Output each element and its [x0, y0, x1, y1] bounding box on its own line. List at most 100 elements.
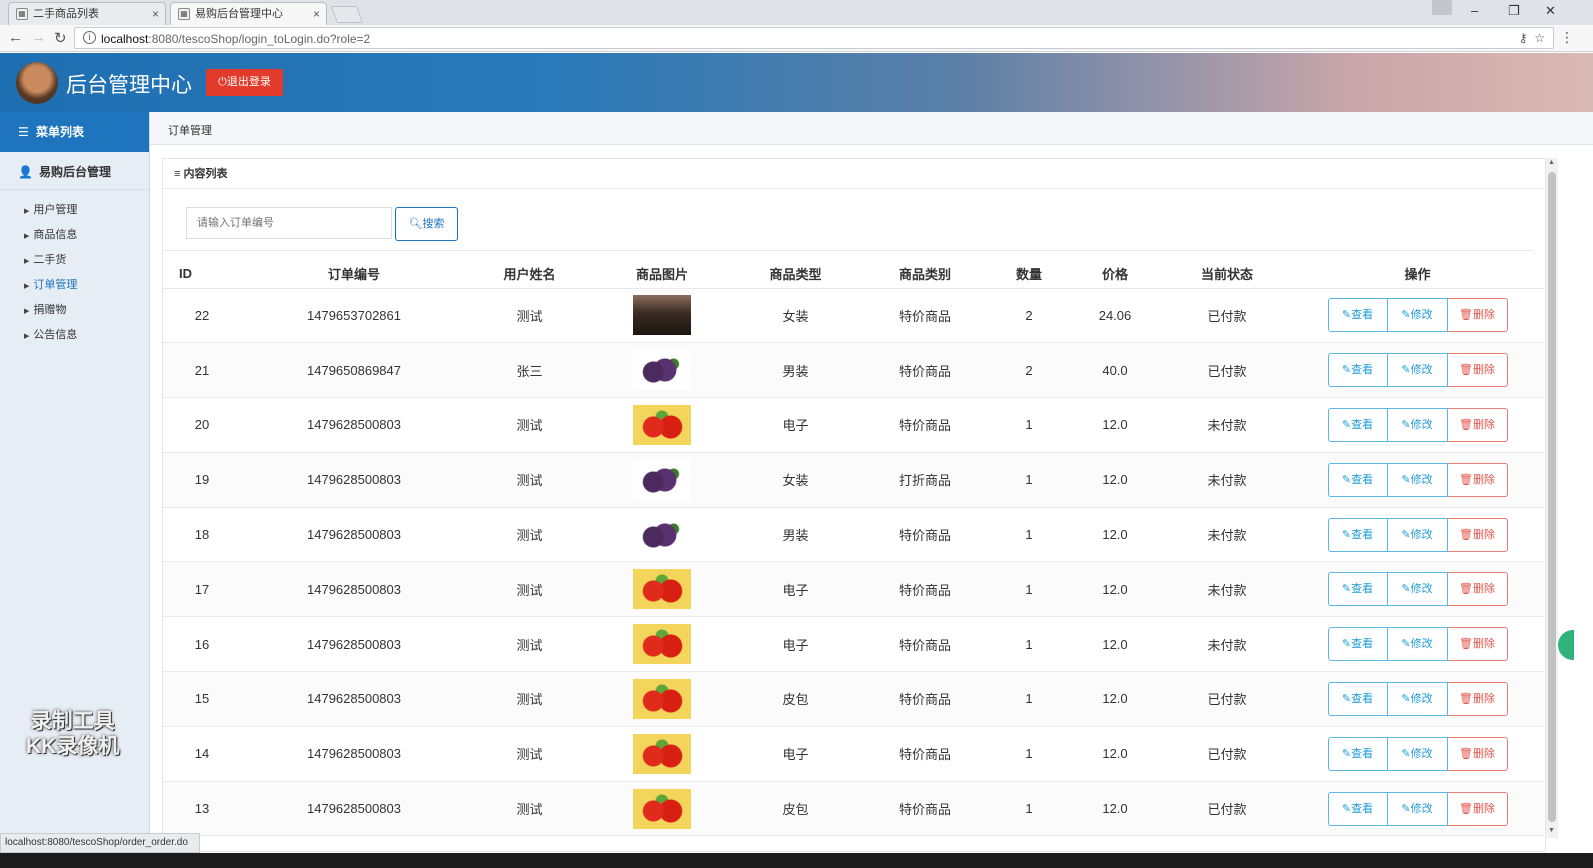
- scrollbar-thumb[interactable]: [1548, 172, 1556, 822]
- column-header-id[interactable]: ID: [163, 259, 241, 289]
- restore-icon[interactable]: ❐: [1508, 3, 1520, 19]
- sidebar-item-orders[interactable]: ▶ 订单管理: [0, 273, 149, 298]
- column-header-image[interactable]: 商品图片: [592, 259, 732, 289]
- close-icon[interactable]: ×: [152, 3, 159, 25]
- trash-icon: 🗑︎: [1459, 583, 1473, 596]
- key-icon[interactable]: ⚷: [1519, 31, 1528, 45]
- close-icon[interactable]: ×: [313, 3, 320, 25]
- view-button[interactable]: ✎查看: [1327, 627, 1388, 662]
- search-icon: 🔍︎: [408, 218, 423, 230]
- cell-id: 21: [163, 342, 241, 399]
- column-header-qty[interactable]: 数量: [991, 259, 1067, 289]
- info-icon[interactable]: i: [83, 31, 96, 44]
- minimize-icon[interactable]: –: [1471, 3, 1478, 18]
- view-button[interactable]: ✎查看: [1327, 791, 1388, 826]
- cell-user: 测试: [467, 397, 592, 453]
- sidebar-item-secondhand[interactable]: ▶ 二手货: [0, 248, 149, 273]
- search-input[interactable]: [186, 207, 392, 239]
- close-window-icon[interactable]: ✕: [1545, 3, 1556, 19]
- cell-type: 电子: [732, 397, 859, 453]
- search-button[interactable]: 🔍︎搜索: [395, 207, 458, 241]
- edit-button[interactable]: ✎修改: [1387, 736, 1448, 771]
- cell-actions: ✎查看 ✎修改 🗑︎删除: [1291, 342, 1544, 399]
- delete-button[interactable]: 🗑︎删除: [1447, 627, 1508, 662]
- logout-button[interactable]: ⏻退出登录: [206, 69, 283, 96]
- back-icon[interactable]: ←: [8, 29, 23, 46]
- cell-image: [592, 781, 732, 837]
- url-actions: ⚷ ☆: [1519, 31, 1545, 45]
- cell-order-no: 1479653702861: [241, 288, 467, 344]
- new-tab-button[interactable]: [330, 6, 364, 23]
- page-scrollbar[interactable]: ▲ ▼: [1546, 158, 1558, 838]
- sidebar-item-notices[interactable]: ▶ 公告信息: [0, 323, 149, 348]
- column-header-type[interactable]: 商品类型: [732, 259, 859, 289]
- forward-icon[interactable]: →: [31, 29, 46, 46]
- view-button[interactable]: ✎查看: [1327, 298, 1388, 333]
- sidebar-group-admin[interactable]: 👤 易购后台管理: [0, 154, 149, 190]
- edit-button[interactable]: ✎修改: [1387, 517, 1448, 552]
- cell-category: 特价商品: [859, 507, 991, 563]
- cell-order-no: 1479628500803: [241, 726, 467, 782]
- recorder-watermark: 录制工具 KK录像机: [26, 710, 120, 758]
- view-button[interactable]: ✎查看: [1327, 462, 1388, 497]
- view-button[interactable]: ✎查看: [1327, 407, 1388, 442]
- product-thumbnail: [633, 350, 691, 391]
- view-button[interactable]: ✎查看: [1327, 517, 1388, 552]
- edit-button[interactable]: ✎修改: [1387, 407, 1448, 442]
- cell-user: 测试: [467, 616, 592, 673]
- delete-button[interactable]: 🗑︎删除: [1447, 517, 1508, 552]
- edit-button[interactable]: ✎修改: [1387, 353, 1448, 388]
- edit-button[interactable]: ✎修改: [1387, 681, 1448, 716]
- cell-type: 电子: [732, 726, 859, 782]
- cell-image: [592, 397, 732, 453]
- view-button[interactable]: ✎查看: [1327, 572, 1388, 607]
- reload-icon[interactable]: ↻: [54, 29, 67, 47]
- column-header-price[interactable]: 价格: [1067, 259, 1163, 289]
- column-header-order-no[interactable]: 订单编号: [241, 259, 467, 289]
- edit-button[interactable]: ✎修改: [1387, 627, 1448, 662]
- avatar: [16, 62, 58, 104]
- browser-menu-icon[interactable]: ⋮: [1560, 29, 1574, 46]
- star-icon[interactable]: ☆: [1534, 31, 1545, 45]
- scroll-up-icon[interactable]: ▲: [1548, 159, 1555, 166]
- delete-button[interactable]: 🗑︎删除: [1447, 298, 1508, 333]
- edit-button[interactable]: ✎修改: [1387, 298, 1448, 333]
- delete-button[interactable]: 🗑︎删除: [1447, 681, 1508, 716]
- edit-icon: ✎: [1341, 747, 1352, 760]
- column-header-category[interactable]: 商品类别: [859, 259, 991, 289]
- scroll-down-icon[interactable]: ▼: [1548, 827, 1555, 834]
- sidebar-item-products[interactable]: ▶ 商品信息: [0, 223, 149, 248]
- edit-button[interactable]: ✎修改: [1387, 462, 1448, 497]
- delete-button[interactable]: 🗑︎删除: [1447, 353, 1508, 388]
- column-header-user[interactable]: 用户姓名: [467, 259, 592, 289]
- cell-image: [592, 342, 732, 399]
- url-field[interactable]: i localhost:8080/tescoShop/login_toLogin…: [74, 27, 1554, 49]
- sidebar-item-users[interactable]: ▶ 用户管理: [0, 198, 149, 223]
- edit-button[interactable]: ✎修改: [1387, 572, 1448, 607]
- browser-tab-admin[interactable]: ▦ 易购后台管理中心 ×: [170, 2, 327, 25]
- profile-icon[interactable]: [1432, 0, 1452, 15]
- cell-category: 打折商品: [859, 452, 991, 508]
- view-button[interactable]: ✎查看: [1327, 681, 1388, 716]
- floating-widget[interactable]: [1556, 628, 1576, 662]
- cell-actions: ✎查看 ✎修改 🗑︎删除: [1291, 671, 1544, 727]
- edit-icon: ✎: [1401, 583, 1411, 596]
- delete-button[interactable]: 🗑︎删除: [1447, 462, 1508, 497]
- delete-button[interactable]: 🗑︎删除: [1447, 407, 1508, 442]
- cell-id: 15: [163, 671, 241, 727]
- delete-button[interactable]: 🗑︎删除: [1447, 791, 1508, 826]
- cell-status: 已付款: [1163, 342, 1291, 399]
- product-thumbnail: [633, 459, 691, 500]
- sidebar-item-donations[interactable]: ▶ 捐赠物: [0, 298, 149, 323]
- cell-qty: 2: [991, 288, 1067, 344]
- browser-tab-secondhand[interactable]: ▦ 二手商品列表 ×: [8, 2, 166, 25]
- view-button[interactable]: ✎查看: [1327, 353, 1388, 388]
- delete-button[interactable]: 🗑︎删除: [1447, 572, 1508, 607]
- delete-button[interactable]: 🗑︎删除: [1447, 736, 1508, 771]
- edit-button[interactable]: ✎修改: [1387, 791, 1448, 826]
- breadcrumb-current: 订单管理: [168, 125, 212, 137]
- column-header-status[interactable]: 当前状态: [1163, 259, 1291, 289]
- trash-icon: 🗑︎: [1459, 802, 1473, 815]
- caret-right-icon: ▶: [24, 233, 30, 240]
- view-button[interactable]: ✎查看: [1327, 736, 1388, 771]
